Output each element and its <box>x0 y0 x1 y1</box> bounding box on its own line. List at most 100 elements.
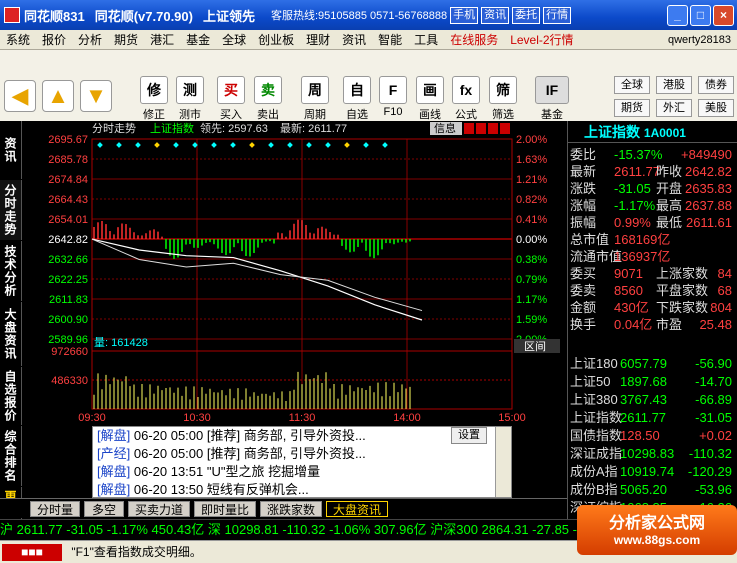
tool-buy[interactable]: 买买入 <box>214 76 248 122</box>
quote-row: 最新 2611.77 昨收 2642.82 <box>570 164 732 179</box>
menu-info[interactable]: 资讯 <box>342 31 366 48</box>
price-tick-label: 2622.25 <box>48 274 88 286</box>
index-row[interactable]: 上证50 1897.68 -14.70 <box>570 373 736 390</box>
app-logo-icon <box>4 7 20 23</box>
quote-row: 涨幅 -1.17% 最高 2637.88 <box>570 198 732 213</box>
quote-row: 金额 430亿 下跌家数 804 <box>570 300 732 315</box>
event-marker-icon <box>97 142 103 148</box>
intraday-chart-svg[interactable]: 分时走势 上证指数 领先: 2597.63 最新: 2611.77 信息 2695.67 2… <box>22 121 567 424</box>
menu-online-service[interactable]: 在线服务 <box>450 31 498 48</box>
f10-icon: F <box>379 76 407 104</box>
button-futures[interactable]: 期货 <box>614 99 650 117</box>
tool-watchlist[interactable]: 自自选 <box>340 76 374 122</box>
minimize-button[interactable]: _ <box>667 4 688 26</box>
maximize-button[interactable]: □ <box>690 4 711 26</box>
menu-gem[interactable]: 创业板 <box>258 31 294 48</box>
news-item[interactable]: [解盘] 06-20 13:50 短线有反弹机会... <box>93 481 511 497</box>
news-scrollbar[interactable] <box>495 427 511 497</box>
tool-f10[interactable]: F F10 <box>376 76 410 118</box>
back-arrow-icon[interactable]: ◀ <box>4 80 36 112</box>
price-tick-label: 2642.82 <box>48 234 88 246</box>
news-item[interactable]: [解盘] 06-20 13:51 "U"型之旅 挖掘增量 <box>93 463 511 481</box>
tool-correct[interactable]: 修修正 <box>137 76 171 122</box>
menu-fund[interactable]: 基金 <box>186 31 210 48</box>
news-item[interactable]: [解盘] 06-20 05:00 [推荐] 商务部, 引导外资投... <box>93 427 511 445</box>
tool-filter[interactable]: 筛筛选 <box>486 76 520 122</box>
quote-panel-title: 上证指数 1A0001 <box>568 121 737 143</box>
tool-formula[interactable]: fx 公式 <box>449 76 483 122</box>
tool-period[interactable]: 周周期 <box>298 76 332 122</box>
period-icon: 周 <box>301 76 329 104</box>
button-bond[interactable]: 债券 <box>698 76 734 94</box>
button-forex[interactable]: 外汇 <box>656 99 692 117</box>
index-row[interactable]: 成份A指 10919.74 -120.29 <box>570 463 736 480</box>
side-tab-technical[interactable]: 技术分析 <box>0 241 22 301</box>
side-tab-watchlist[interactable]: 自选报价 <box>0 367 22 425</box>
menu-level2[interactable]: Level-2行情 <box>510 31 573 48</box>
user-id: qwerty28183 <box>668 33 731 46</box>
title-button-order[interactable]: 委托 <box>512 6 541 24</box>
tool-draw[interactable]: 画画线 <box>413 76 447 122</box>
tool-sell[interactable]: 卖卖出 <box>251 76 285 122</box>
chart-control-icon <box>488 123 498 134</box>
menu-quotes[interactable]: 报价 <box>42 31 66 48</box>
index-row[interactable]: 深证成指 10298.83 -110.32 <box>570 445 736 462</box>
menu-analysis[interactable]: 分析 <box>78 31 102 48</box>
menu-hk-fx[interactable]: 港汇 <box>150 31 174 48</box>
index-row[interactable]: 成份B指 5065.20 -53.96 <box>570 481 736 498</box>
event-marker-icon <box>249 142 255 148</box>
quote-row: 振幅 0.99% 最低 2611.61 <box>570 215 732 230</box>
news-item[interactable]: [产经] 06-20 05:00 [推荐] 商务部, 引导外资投... <box>93 445 511 463</box>
tab-buy-sell-power[interactable]: 买卖力道 <box>128 501 190 517</box>
pct-tick-label: 0.79% <box>516 274 547 286</box>
side-tab-info[interactable]: 资讯 <box>0 121 22 179</box>
series-line-0 <box>91 238 423 321</box>
title-button-market[interactable]: 行情 <box>543 6 572 24</box>
chart-lead-label: 领先: 2597.63 <box>200 122 268 135</box>
tab-advance-decline[interactable]: 涨跌家数 <box>260 501 322 517</box>
chart-control-icon <box>500 123 510 134</box>
menu-futures[interactable]: 期货 <box>114 31 138 48</box>
event-marker-icon <box>116 142 122 148</box>
tab-market-news[interactable]: 大盘资讯 <box>326 501 388 517</box>
button-global[interactable]: 全球 <box>614 76 650 94</box>
tab-volume[interactable]: 分时量 <box>30 501 80 517</box>
title-button-news[interactable]: 资讯 <box>481 6 510 24</box>
up-arrow-icon[interactable]: ▲ <box>42 80 74 112</box>
indicator-tabs: 分时量 多空 买卖力道 即时量比 涨跌家数 大盘资讯 <box>0 498 567 518</box>
intraday-chart: 分时走势 上证指数 领先: 2597.63 最新: 2611.77 信息 2695.67 2… <box>22 121 567 424</box>
event-marker-icon <box>325 142 331 148</box>
down-arrow-icon[interactable]: ▼ <box>80 80 112 112</box>
side-tab-ranking[interactable]: 综合排名 <box>0 426 22 486</box>
side-tab-market-news[interactable]: 大盘资讯 <box>0 302 22 366</box>
menu-finance[interactable]: 理财 <box>306 31 330 48</box>
index-row[interactable]: 国债指数 128.50 +0.02 <box>570 427 736 444</box>
tab-volume-ratio[interactable]: 即时量比 <box>194 501 256 517</box>
menu-global[interactable]: 全球 <box>222 31 246 48</box>
menu-system[interactable]: 系统 <box>6 31 30 48</box>
menu-smart[interactable]: 智能 <box>378 31 402 48</box>
volume-label: 量: 161428 <box>94 336 148 349</box>
correct-icon: 修 <box>140 76 168 104</box>
index-row[interactable]: 上证380 3767.43 -66.89 <box>570 391 736 408</box>
price-tick-label: 2664.43 <box>48 194 88 206</box>
tab-bull-bear[interactable]: 多空 <box>84 501 124 517</box>
chart-index-name: 上证指数 <box>150 121 194 135</box>
index-row[interactable]: 上证180 6057.79 -56.90 <box>570 355 736 372</box>
time-tick-label: 15:00 <box>498 412 526 423</box>
chart-info-button-label: 信息 <box>434 121 456 135</box>
title-button-mobile[interactable]: 手机 <box>450 6 479 24</box>
tool-forecast[interactable]: 测测市 <box>173 76 207 122</box>
pct-tick-label: 1.21% <box>516 174 547 186</box>
news-settings-button[interactable]: 设置 <box>451 427 487 444</box>
quote-row: 委比 -15.37% +849490 <box>570 147 732 162</box>
menu-tools[interactable]: 工具 <box>414 31 438 48</box>
side-tab-intraday[interactable]: 分时走势 <box>0 180 22 240</box>
button-hk-stock[interactable]: 港股 <box>656 76 692 94</box>
tool-fund[interactable]: IF 基金 <box>532 76 572 122</box>
price-tick-label: 2589.96 <box>48 334 88 346</box>
close-button[interactable]: × <box>713 4 734 26</box>
pct-tick-label: 1.17% <box>516 294 547 306</box>
button-us-stock[interactable]: 美股 <box>698 99 734 117</box>
index-row[interactable]: 上证指数 2611.77 -31.05 <box>570 409 736 426</box>
